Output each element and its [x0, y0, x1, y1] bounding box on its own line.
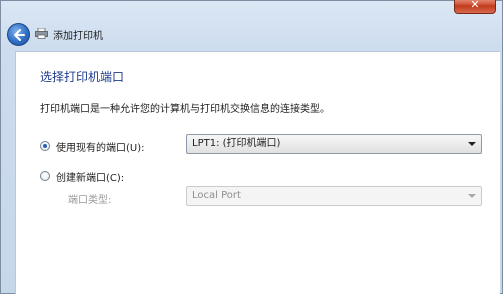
wizard-content: 选择打印机端口 打印机端口是一种允许您的计算机与打印机交换信息的连接类型。 使用… — [15, 51, 500, 294]
create-new-port-label[interactable]: 创建新端口(C): — [56, 169, 124, 184]
close-button[interactable]: ✕ — [454, 0, 496, 14]
chevron-down-icon — [468, 142, 476, 146]
existing-port-select[interactable]: LPT1: (打印机端口) — [186, 134, 482, 154]
port-type-value: Local Port — [192, 190, 241, 201]
add-printer-window: 添加打印机 ✕ 选择打印机端口 打印机端口是一种允许您的计算机与打印机交换信息的… — [0, 0, 503, 294]
port-type-label: 端口类型: — [68, 195, 112, 206]
printer-icon — [35, 28, 48, 39]
window-title: 添加打印机 — [53, 31, 103, 42]
back-button[interactable] — [7, 23, 30, 46]
use-existing-port-radio[interactable] — [40, 141, 50, 151]
page-description: 打印机端口是一种允许您的计算机与打印机交换信息的连接类型。 — [40, 104, 330, 115]
chevron-down-icon — [468, 194, 476, 198]
use-existing-port-label[interactable]: 使用现有的端口(U): — [56, 139, 145, 154]
existing-port-value: LPT1: (打印机端口) — [192, 138, 281, 149]
page-title: 选择打印机端口 — [40, 70, 125, 84]
create-new-port-radio[interactable] — [40, 171, 50, 181]
back-arrow-icon — [14, 29, 25, 41]
port-type-select: Local Port — [186, 186, 482, 206]
title-bar: 添加打印机 — [1, 1, 502, 49]
